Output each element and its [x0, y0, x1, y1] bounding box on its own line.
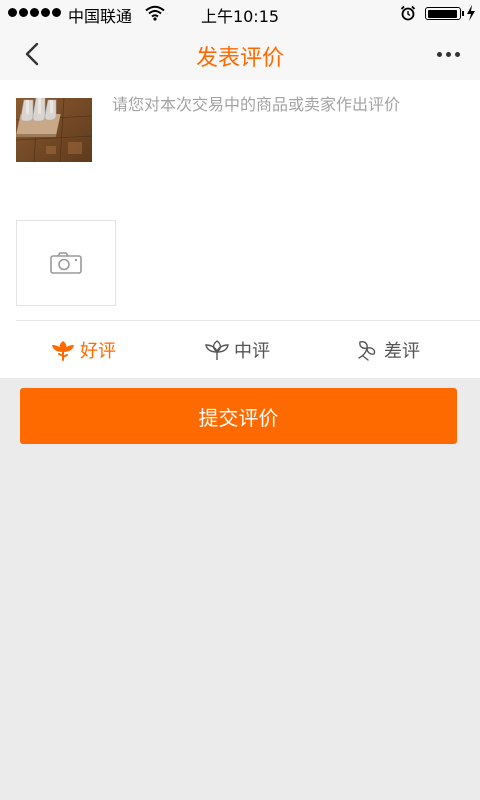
charging-icon [466, 5, 476, 25]
alarm-icon [400, 5, 416, 25]
rating-options: 好评 中评 差评 [0, 321, 480, 378]
rating-bad-option[interactable]: 差评 [354, 337, 420, 363]
status-bar: 中国联通 上午10:15 [0, 0, 480, 28]
navigation-bar: 发表评价 [0, 28, 480, 80]
more-dots-icon[interactable] [430, 42, 466, 66]
rating-good-option[interactable]: 好评 [50, 337, 116, 363]
rating-neutral-label: 中评 [234, 341, 270, 362]
flower-filled-icon [52, 341, 74, 361]
battery-icon [425, 7, 461, 20]
rating-neutral-option[interactable]: 中评 [204, 337, 270, 363]
review-screen: 中国联通 上午10:15 发表评价 请您对本次交易中的商品或卖家作出评价 好评 … [0, 0, 480, 800]
rating-good-label: 好评 [80, 341, 116, 362]
review-panel: 好评 中评 差评 [0, 80, 480, 378]
wilted-flower-icon [358, 341, 376, 361]
submit-review-button[interactable]: 提交评价 [20, 388, 457, 444]
rating-bad-label: 差评 [384, 341, 420, 362]
camera-icon [50, 252, 82, 274]
page-title: 发表评价 [195, 46, 284, 71]
add-photo-button[interactable] [16, 220, 116, 306]
review-text-input[interactable] [110, 92, 474, 206]
flower-outline-icon [205, 340, 229, 360]
product-image [16, 98, 92, 162]
